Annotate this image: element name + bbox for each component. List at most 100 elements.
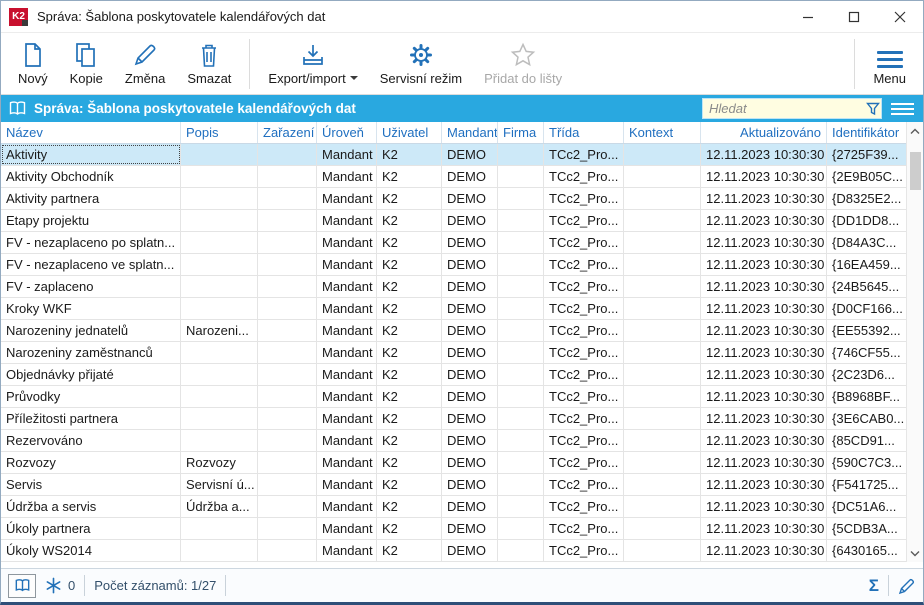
cell-popis[interactable] <box>181 210 258 231</box>
cell-kontext[interactable] <box>624 232 701 253</box>
cell-uzivatel[interactable]: K2 <box>377 452 442 473</box>
cell-zarazeni[interactable] <box>258 496 317 517</box>
cell-aktualizovano[interactable]: 12.11.2023 10:30:30 <box>701 364 827 385</box>
vertical-scrollbar[interactable] <box>906 122 923 562</box>
cell-uzivatel[interactable]: K2 <box>377 386 442 407</box>
cell-firma[interactable] <box>498 342 544 363</box>
cell-zarazeni[interactable] <box>258 386 317 407</box>
cell-kontext[interactable] <box>624 210 701 231</box>
cell-trida[interactable]: TCc2_Pro... <box>544 452 624 473</box>
column-header-uroven[interactable]: Úroveň <box>317 122 377 143</box>
column-header-aktualizovano[interactable]: Aktualizováno <box>701 122 827 143</box>
cell-aktualizovano[interactable]: 12.11.2023 10:30:30 <box>701 276 827 297</box>
search-input[interactable] <box>703 101 865 116</box>
cell-firma[interactable] <box>498 298 544 319</box>
cell-mandant[interactable]: DEMO <box>442 144 498 165</box>
cell-zarazeni[interactable] <box>258 518 317 539</box>
cell-zarazeni[interactable] <box>258 474 317 495</box>
cell-firma[interactable] <box>498 386 544 407</box>
cell-uzivatel[interactable]: K2 <box>377 232 442 253</box>
new-button[interactable]: Nový <box>7 38 59 90</box>
cell-mandant[interactable]: DEMO <box>442 188 498 209</box>
cell-trida[interactable]: TCc2_Pro... <box>544 342 624 363</box>
menu-button[interactable]: Menu <box>862 38 917 90</box>
minimize-button[interactable] <box>785 1 831 32</box>
cell-zarazeni[interactable] <box>258 452 317 473</box>
cell-aktualizovano[interactable]: 12.11.2023 10:30:30 <box>701 298 827 319</box>
cell-trida[interactable]: TCc2_Pro... <box>544 320 624 341</box>
cell-uroven[interactable]: Mandant <box>317 474 377 495</box>
cell-trida[interactable]: TCc2_Pro... <box>544 276 624 297</box>
table-row[interactable]: Aktivity partnera Mandant K2 DEMO TCc2_Pro..… <box>1 188 906 210</box>
table-row[interactable]: Kroky WKF Mandant K2 DEMO TCc2_Pro... 12.11.2… <box>1 298 906 320</box>
cell-uroven[interactable]: Mandant <box>317 232 377 253</box>
table-row[interactable]: Průvodky Mandant K2 DEMO TCc2_Pro... 12.11.20… <box>1 386 906 408</box>
column-header-kontext[interactable]: Kontext <box>624 122 701 143</box>
cell-kontext[interactable] <box>624 144 701 165</box>
cell-popis[interactable] <box>181 430 258 451</box>
cell-firma[interactable] <box>498 166 544 187</box>
cell-mandant[interactable]: DEMO <box>442 276 498 297</box>
cell-identifikator[interactable]: {DC51A6... <box>827 496 906 517</box>
cell-aktualizovano[interactable]: 12.11.2023 10:30:30 <box>701 144 827 165</box>
cell-identifikator[interactable]: {5CDB3A... <box>827 518 906 539</box>
cell-aktualizovano[interactable]: 12.11.2023 10:30:30 <box>701 232 827 253</box>
cell-popis[interactable] <box>181 166 258 187</box>
table-row[interactable]: Objednávky přijaté Mandant K2 DEMO TCc2_Pro.… <box>1 364 906 386</box>
cell-aktualizovano[interactable]: 12.11.2023 10:30:30 <box>701 188 827 209</box>
table-row[interactable]: FV - nezaplaceno po splatn... Mandant K2 DE… <box>1 232 906 254</box>
cell-uroven[interactable]: Mandant <box>317 298 377 319</box>
table-row[interactable]: Rozvozy Rozvozy Mandant K2 DEMO TCc2_Pro... 12… <box>1 452 906 474</box>
cell-kontext[interactable] <box>624 254 701 275</box>
cell-nazev[interactable]: Servis <box>1 474 181 495</box>
cell-identifikator[interactable]: {D84A3C... <box>827 232 906 253</box>
cell-aktualizovano[interactable]: 12.11.2023 10:30:30 <box>701 408 827 429</box>
cell-firma[interactable] <box>498 254 544 275</box>
column-header-identifikator[interactable]: Identifikátor <box>827 122 906 143</box>
cell-mandant[interactable]: DEMO <box>442 254 498 275</box>
cell-zarazeni[interactable] <box>258 540 317 561</box>
cell-nazev[interactable]: Úkoly partnera <box>1 518 181 539</box>
add-to-bar-button[interactable]: Přidat do lišty <box>473 38 573 90</box>
cell-popis[interactable] <box>181 518 258 539</box>
cell-firma[interactable] <box>498 496 544 517</box>
cell-identifikator[interactable]: {EE55392... <box>827 320 906 341</box>
cell-aktualizovano[interactable]: 12.11.2023 10:30:30 <box>701 496 827 517</box>
cell-mandant[interactable]: DEMO <box>442 408 498 429</box>
cell-identifikator[interactable]: {590C7C3... <box>827 452 906 473</box>
cell-nazev[interactable]: Etapy projektu <box>1 210 181 231</box>
cell-zarazeni[interactable] <box>258 254 317 275</box>
cell-trida[interactable]: TCc2_Pro... <box>544 210 624 231</box>
cell-trida[interactable]: TCc2_Pro... <box>544 364 624 385</box>
cell-uzivatel[interactable]: K2 <box>377 408 442 429</box>
cell-nazev[interactable]: Kroky WKF <box>1 298 181 319</box>
cell-uzivatel[interactable]: K2 <box>377 276 442 297</box>
cell-kontext[interactable] <box>624 298 701 319</box>
cell-popis[interactable]: Údržba a... <box>181 496 258 517</box>
cell-trida[interactable]: TCc2_Pro... <box>544 144 624 165</box>
table-row[interactable]: FV - nezaplaceno ve splatn... Mandant K2 DE… <box>1 254 906 276</box>
cell-uzivatel[interactable]: K2 <box>377 210 442 231</box>
cell-zarazeni[interactable] <box>258 320 317 341</box>
table-row[interactable]: Rezervováno Mandant K2 DEMO TCc2_Pro... 12.11… <box>1 430 906 452</box>
column-header-firma[interactable]: Firma <box>498 122 544 143</box>
cell-uzivatel[interactable]: K2 <box>377 254 442 275</box>
cell-zarazeni[interactable] <box>258 166 317 187</box>
cell-popis[interactable] <box>181 232 258 253</box>
cell-firma[interactable] <box>498 276 544 297</box>
cell-uroven[interactable]: Mandant <box>317 320 377 341</box>
cell-kontext[interactable] <box>624 188 701 209</box>
cell-aktualizovano[interactable]: 12.11.2023 10:30:30 <box>701 474 827 495</box>
cell-popis[interactable] <box>181 144 258 165</box>
cell-trida[interactable]: TCc2_Pro... <box>544 188 624 209</box>
service-mode-button[interactable]: Servisní režim <box>369 38 473 90</box>
cell-identifikator[interactable]: {D8325E2... <box>827 188 906 209</box>
table-row[interactable]: Narozeniny zaměstnanců Mandant K2 DEMO TCc2_… <box>1 342 906 364</box>
cell-uroven[interactable]: Mandant <box>317 540 377 561</box>
cell-kontext[interactable] <box>624 452 701 473</box>
cell-uroven[interactable]: Mandant <box>317 188 377 209</box>
cell-kontext[interactable] <box>624 408 701 429</box>
cell-trida[interactable]: TCc2_Pro... <box>544 430 624 451</box>
cell-trida[interactable]: TCc2_Pro... <box>544 518 624 539</box>
cell-zarazeni[interactable] <box>258 342 317 363</box>
